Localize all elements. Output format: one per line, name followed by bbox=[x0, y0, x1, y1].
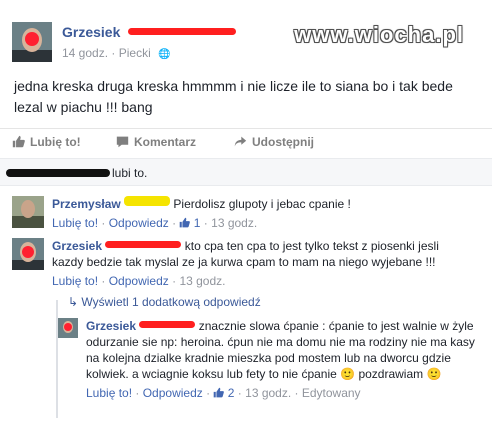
post-header: Grzesiek 14 godz. · Piecki 🌐 www.wiocha.… bbox=[12, 14, 482, 62]
commenter-name[interactable]: Przemysław bbox=[52, 197, 121, 211]
facebook-post: Grzesiek 14 godz. · Piecki 🌐 www.wiocha.… bbox=[0, 0, 492, 430]
thumbs-up-icon bbox=[12, 135, 25, 148]
commenter-name[interactable]: Grzesiek bbox=[86, 319, 136, 333]
author-avatar[interactable] bbox=[12, 22, 52, 62]
comment-button[interactable]: Komentarz bbox=[116, 135, 196, 149]
comment-like-link[interactable]: Lubię to! bbox=[52, 274, 98, 288]
comment-reply-link[interactable]: Odpowiedz bbox=[143, 386, 203, 400]
share-label: Udostępnij bbox=[252, 135, 314, 149]
comment-reply-link[interactable]: Odpowiedz bbox=[109, 274, 169, 288]
thumbs-up-icon bbox=[180, 217, 191, 228]
like-label: Lubię to! bbox=[30, 135, 81, 149]
name-redaction bbox=[128, 28, 237, 35]
share-button[interactable]: Udostępnij bbox=[234, 135, 314, 149]
meta-separator: · bbox=[111, 46, 119, 60]
commenter-avatar[interactable] bbox=[12, 196, 44, 228]
edited-label[interactable]: Edytowany bbox=[302, 386, 361, 400]
comment-body: Grzesiek kto cpa ten cpa to jest tylko t… bbox=[52, 238, 472, 289]
share-icon bbox=[234, 136, 247, 147]
likes-text: lubi to. bbox=[112, 166, 148, 180]
comment-content: Przemysław Pierdolisz glupoty i jebac cp… bbox=[52, 196, 482, 212]
comment-text-tail: pozdrawiam bbox=[358, 367, 424, 381]
comment-like-count[interactable]: 1 bbox=[194, 216, 201, 230]
post-author-firstname[interactable]: Grzesiek bbox=[62, 24, 120, 40]
comment-icon bbox=[116, 136, 129, 148]
comment-body: Grzesiek znacznie slowa ćpanie : ćpanie … bbox=[86, 318, 480, 401]
thumbs-up-icon bbox=[214, 387, 225, 398]
post-text: jedna kreska druga kreska hmmmm i nie li… bbox=[14, 78, 453, 115]
comment-actions: Lubię to! · Odpowiedz · 2 · 13 godz. · E… bbox=[86, 386, 361, 400]
name-redaction bbox=[105, 241, 182, 248]
comment-body: Przemysław Pierdolisz glupoty i jebac cp… bbox=[52, 196, 482, 231]
view-more-replies[interactable]: ↳ Wyświetl 1 dodatkową odpowiedź bbox=[68, 295, 261, 309]
post-author-name[interactable]: Grzesiek bbox=[62, 24, 237, 40]
view-more-replies-label: Wyświetl 1 dodatkową odpowiedź bbox=[81, 295, 261, 309]
comment-label: Komentarz bbox=[134, 135, 197, 149]
comment-time[interactable]: 13 godz. bbox=[211, 216, 257, 230]
commenter-avatar[interactable] bbox=[58, 318, 78, 338]
likers-redaction bbox=[6, 169, 110, 177]
commenter-name[interactable]: Grzesiek bbox=[52, 239, 102, 253]
comment-actions: Lubię to! · Odpowiedz · 13 godz. bbox=[52, 274, 226, 288]
comment-reply-link[interactable]: Odpowiedz bbox=[109, 216, 169, 230]
comment-content: Grzesiek znacznie slowa ćpanie : ćpanie … bbox=[86, 318, 480, 382]
comment-content: Grzesiek kto cpa ten cpa to jest tylko t… bbox=[52, 238, 472, 270]
likes-summary: lubi to. bbox=[0, 158, 492, 186]
name-redaction bbox=[124, 196, 171, 206]
smile-emoji-icon: 🙂 bbox=[340, 367, 356, 381]
name-redaction bbox=[139, 321, 196, 328]
smile-emoji-icon: 🙂 bbox=[426, 367, 442, 381]
globe-icon: 🌐 bbox=[158, 49, 171, 60]
comment-actions: Lubię to! · Odpowiedz · 1 · 13 godz. bbox=[52, 216, 258, 230]
reply-arrow-icon: ↳ bbox=[68, 295, 82, 309]
comment-time[interactable]: 13 godz. bbox=[245, 386, 291, 400]
comment-time[interactable]: 13 godz. bbox=[179, 274, 225, 288]
post-meta: 14 godz. · Piecki 🌐 bbox=[62, 46, 171, 60]
comment-like-link[interactable]: Lubię to! bbox=[86, 386, 132, 400]
watermark: www.wiocha.pl bbox=[294, 22, 464, 47]
post-actions: Lubię to! Komentarz Udostępnij bbox=[0, 128, 492, 154]
comment-like-count[interactable]: 2 bbox=[228, 386, 235, 400]
like-button[interactable]: Lubię to! bbox=[12, 135, 81, 149]
comment-like-link[interactable]: Lubię to! bbox=[52, 216, 98, 230]
comment-text: Pierdolisz glupoty i jebac cpanie ! bbox=[173, 197, 351, 211]
commenter-avatar[interactable] bbox=[12, 238, 44, 270]
post-time[interactable]: 14 godz. bbox=[62, 46, 108, 60]
post-location[interactable]: Piecki bbox=[119, 46, 151, 60]
